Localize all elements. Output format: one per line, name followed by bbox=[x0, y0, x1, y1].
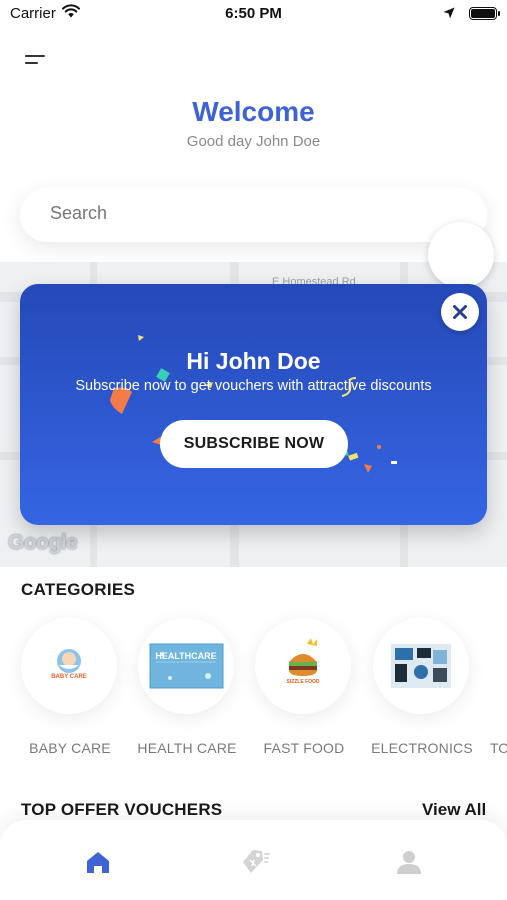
status-bar: Carrier 6:50 PM bbox=[0, 0, 507, 28]
svg-text:SIZZLE FOOD: SIZZLE FOOD bbox=[286, 679, 319, 685]
category-image: SIZZLE FOOD bbox=[255, 618, 351, 714]
category-image: HEALTHCARE bbox=[138, 618, 234, 714]
page-title: Welcome bbox=[192, 96, 315, 127]
burger-icon: SIZZLE FOOD bbox=[286, 638, 320, 685]
menu-icon-line bbox=[25, 62, 38, 65]
category-label: ELECTRONICS bbox=[371, 740, 473, 756]
top-offers-heading: TOP OFFER VOUCHERS bbox=[21, 800, 223, 819]
close-icon bbox=[453, 305, 467, 319]
battery-icon bbox=[469, 7, 500, 20]
home-icon bbox=[87, 852, 109, 873]
category-label[interactable]: TO bbox=[490, 740, 507, 756]
confetti-icon bbox=[138, 335, 144, 341]
popup-title: Hi John Doe bbox=[186, 348, 321, 374]
voucher-tag-icon bbox=[243, 850, 270, 873]
google-logo: Google bbox=[8, 531, 78, 554]
tab-home[interactable] bbox=[78, 842, 118, 882]
bottom-tab-bar bbox=[0, 820, 507, 900]
view-all-link[interactable]: View All bbox=[422, 800, 486, 820]
confetti-icon bbox=[364, 464, 372, 473]
search-bar[interactable] bbox=[20, 188, 487, 242]
category-electronics[interactable]: ELECTRONICS bbox=[371, 618, 473, 758]
electronics-icon bbox=[391, 644, 451, 688]
category-image bbox=[373, 618, 469, 714]
confetti-icon bbox=[348, 452, 359, 461]
greeting-text: Good day John Doe bbox=[186, 133, 321, 150]
svg-text:HEALTHCARE: HEALTHCARE bbox=[155, 651, 216, 661]
category-baby-care[interactable]: BABY CARE BABY CARE bbox=[21, 618, 119, 758]
category-image: BABY CARE bbox=[21, 618, 117, 714]
confetti-icon bbox=[391, 461, 397, 464]
svg-text:BABY CARE: BABY CARE bbox=[51, 674, 87, 680]
subscribe-now-button[interactable]: SUBSCRIBE NOW bbox=[160, 420, 348, 468]
baby-care-logo-icon: BABY CARE bbox=[51, 649, 87, 680]
location-arrow-icon bbox=[443, 6, 455, 24]
tab-profile[interactable] bbox=[389, 842, 429, 882]
categories-heading: CATEGORIES bbox=[21, 580, 136, 599]
profile-icon bbox=[397, 851, 421, 874]
category-health-care[interactable]: HEALTHCARE HEALTH CARE bbox=[137, 618, 236, 758]
tab-vouchers[interactable] bbox=[235, 842, 275, 882]
confetti-icon bbox=[377, 445, 381, 449]
popup-close-button[interactable] bbox=[441, 293, 479, 331]
health-care-logo-icon: HEALTHCARE bbox=[149, 643, 224, 689]
subscribe-popup: Hi John Doe Subscribe now to get voucher… bbox=[20, 284, 487, 525]
category-fast-food[interactable]: SIZZLE FOOD FAST FOOD bbox=[255, 618, 353, 758]
search-input[interactable] bbox=[50, 203, 450, 224]
menu-button[interactable] bbox=[22, 50, 50, 72]
popup-message: Subscribe now to get vouchers with attra… bbox=[75, 378, 432, 394]
clock: 6:50 PM bbox=[225, 5, 282, 22]
menu-icon-line bbox=[25, 55, 45, 58]
my-location-button[interactable] bbox=[428, 222, 494, 288]
